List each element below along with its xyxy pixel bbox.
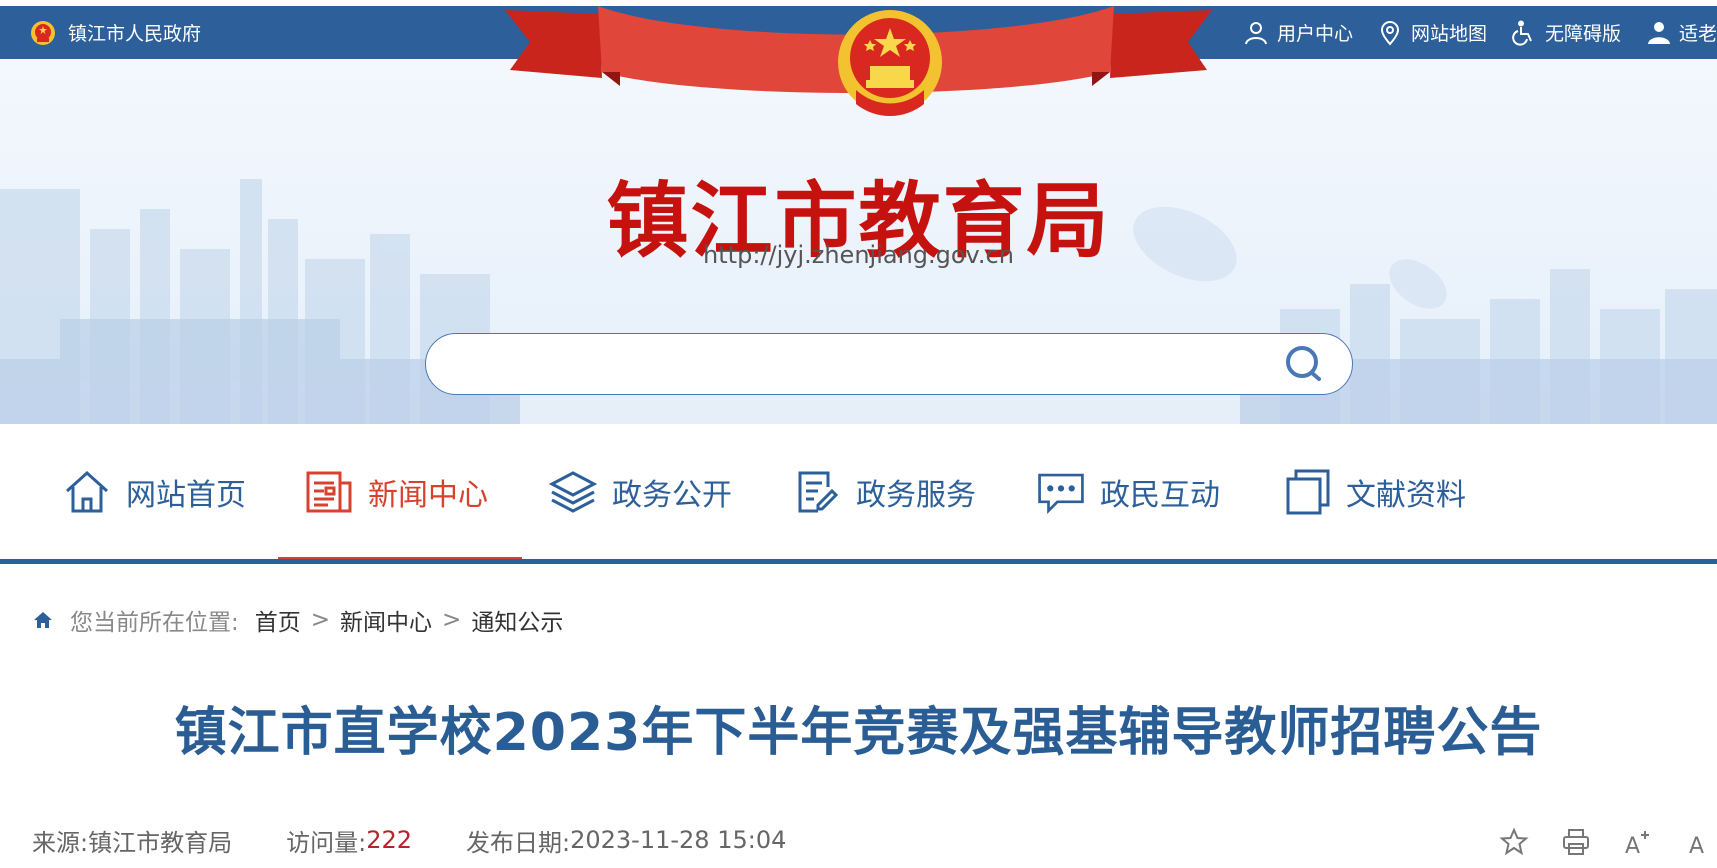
national-emblem-icon: [31, 20, 55, 45]
home-icon: [34, 612, 52, 628]
national-emblem-logo: [838, 10, 942, 116]
elder-mode-link[interactable]: 适老: [1645, 19, 1717, 46]
nav-documents-label: 文献资料: [1346, 477, 1466, 513]
wheelchair-icon: [1512, 20, 1532, 46]
home-icon: [65, 470, 109, 512]
nav-government-affairs-label: 政务公开: [612, 477, 732, 513]
source-label: 来源:: [32, 828, 89, 857]
site-map-label: 网站地图: [1410, 23, 1487, 45]
layers-icon: [548, 470, 598, 513]
city-government-label: 镇江市人民政府: [68, 23, 202, 45]
breadcrumb-notices[interactable]: 通知公示: [471, 603, 563, 637]
font-increase-button[interactable]: A: [1621, 825, 1655, 859]
nav-public-interaction[interactable]: 政民互动: [1036, 424, 1220, 559]
breadcrumb-home[interactable]: 首页: [255, 603, 301, 637]
print-icon: [1563, 829, 1589, 855]
nav-news-center[interactable]: 新闻中心: [304, 424, 488, 559]
breadcrumb-separator: >: [310, 607, 331, 633]
chat-icon: [1038, 473, 1084, 514]
date-label: 发布日期:: [466, 828, 571, 857]
site-url: http://jyj.zhenjiang.gov.cn: [703, 241, 1014, 269]
nav-government-affairs[interactable]: 政务公开: [548, 424, 732, 559]
nav-documents[interactable]: 文献资料: [1282, 424, 1466, 559]
nav-government-services[interactable]: 政务服务: [792, 424, 976, 559]
utility-nav: 用户中心 网站地图 无障碍版 适老: [1243, 6, 1717, 59]
publish-date: 2023-11-28 15:04: [570, 826, 787, 854]
font-decrease-glyph: A: [1689, 834, 1704, 857]
breadcrumb-news-center[interactable]: 新闻中心: [340, 603, 432, 637]
nav-news-center-label: 新闻中心: [368, 477, 488, 513]
views-label: 访问量:: [286, 828, 367, 857]
nav-home[interactable]: 网站首页: [62, 424, 246, 559]
accessibility-link[interactable]: 无障碍版: [1511, 19, 1621, 46]
article-tools: A A: [1497, 822, 1717, 862]
article-title: 镇江市直学校2023年下半年竞赛及强基辅导教师招聘公告: [174, 703, 1543, 763]
copy-icon: [1286, 469, 1330, 514]
font-decrease-icon: A: [1689, 834, 1704, 857]
elder-mode-label: 适老: [1678, 23, 1717, 45]
breadcrumb: 您当前所在位置: 首页 > 新闻中心 > 通知公示: [32, 600, 563, 640]
document-edit-icon: [798, 471, 839, 512]
nav-public-interaction-label: 政民互动: [1100, 477, 1220, 513]
newspaper-icon: [306, 471, 352, 512]
font-decrease-button[interactable]: A: [1683, 825, 1717, 859]
source-value: 镇江市教育局: [88, 828, 233, 857]
breadcrumb-prefix: 您当前所在位置:: [70, 610, 239, 636]
elder-mode-icon: [1647, 21, 1670, 44]
user-center-link[interactable]: 用户中心: [1243, 19, 1353, 46]
nav-government-services-label: 政务服务: [856, 477, 976, 513]
search-box: [425, 333, 1353, 395]
breadcrumb-separator: >: [442, 607, 462, 633]
star-icon: [1499, 827, 1529, 856]
article-meta: 来源: 镇江市教育局 访问量: 222 发布日期: 2023-11-28 15:…: [32, 820, 786, 860]
nav-home-label: 网站首页: [126, 477, 246, 513]
accessibility-label: 无障碍版: [1544, 23, 1621, 45]
print-button[interactable]: [1559, 825, 1593, 859]
favorite-button[interactable]: [1497, 825, 1531, 859]
views-count: 222: [366, 826, 412, 854]
site-map-link[interactable]: 网站地图: [1377, 19, 1487, 46]
search-input[interactable]: [450, 344, 1280, 384]
user-center-label: 用户中心: [1276, 23, 1353, 45]
user-icon: [1244, 21, 1267, 44]
font-increase-icon: A: [1625, 831, 1649, 857]
main-nav-divider: [0, 559, 1717, 564]
city-government-link[interactable]: 镇江市人民政府: [30, 6, 201, 59]
search-button[interactable]: [1280, 340, 1328, 388]
font-increase-glyph: A: [1625, 834, 1640, 857]
location-pin-icon: [1380, 20, 1399, 46]
search-icon: [1286, 346, 1321, 381]
